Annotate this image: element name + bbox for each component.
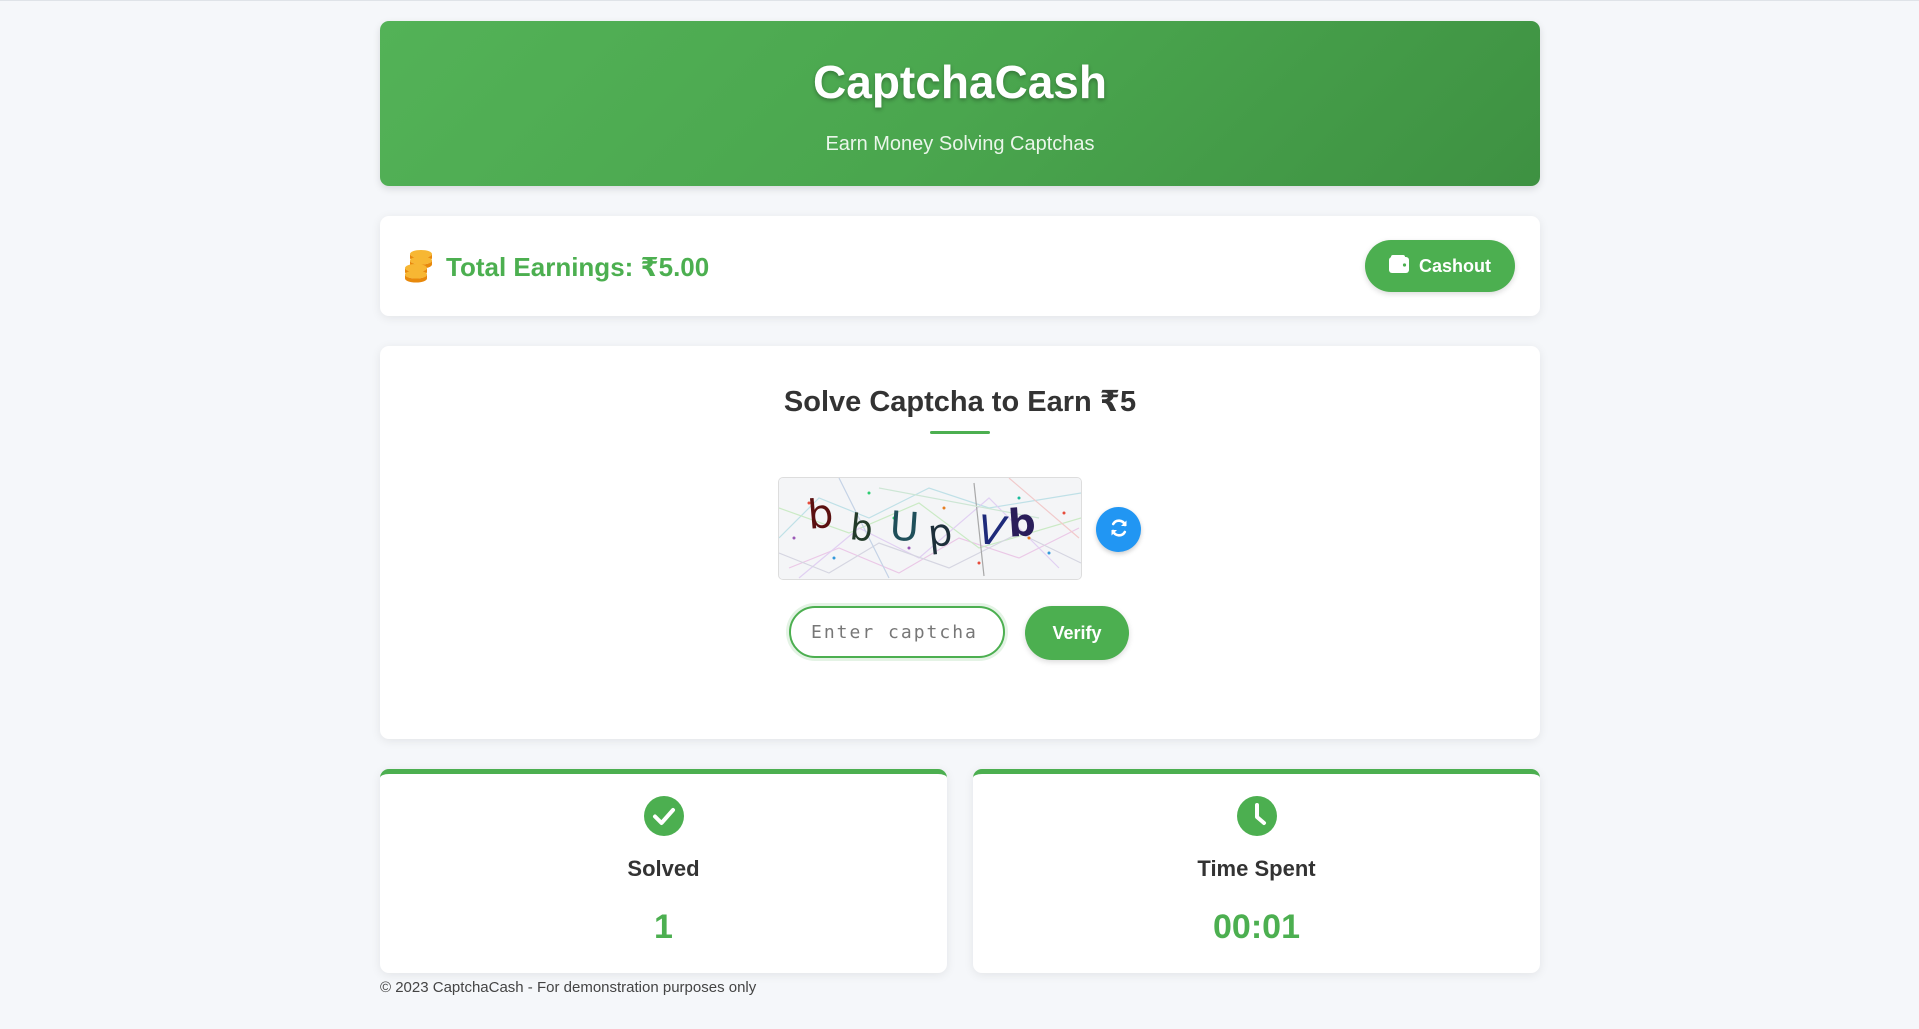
earnings-panel: Total Earnings: ₹5.00 Cashout <box>380 216 1540 316</box>
refresh-captcha-button[interactable] <box>1096 507 1141 552</box>
refresh-icon <box>1109 518 1129 541</box>
captcha-panel: Solve Captcha to Earn ₹5 b b U p V b Ent… <box>380 346 1540 739</box>
app-title: CaptchaCash <box>813 56 1107 108</box>
wallet-icon <box>1389 254 1409 278</box>
stat-card-solved: Solved 1 <box>380 769 947 973</box>
captcha-input[interactable] <box>789 606 1005 658</box>
stat-label: Time Spent <box>1197 856 1316 881</box>
cashout-button[interactable]: Cashout <box>1365 240 1515 292</box>
check-circle-icon <box>643 796 684 836</box>
svg-text:b: b <box>806 491 835 539</box>
stat-label: Solved <box>627 856 700 881</box>
coins-icon <box>404 249 434 283</box>
cashout-label: Cashout <box>1419 255 1491 276</box>
app-header: CaptchaCash Earn Money Solving Captchas <box>380 21 1540 186</box>
total-earnings: Total Earnings: ₹5.00 <box>446 252 710 282</box>
stat-value: 00:01 <box>1213 908 1300 946</box>
svg-text:U: U <box>888 503 920 551</box>
app-container: CaptchaCash Earn Money Solving Captchas … <box>380 21 1540 973</box>
verify-button[interactable]: Verify <box>1025 606 1129 660</box>
stats-row: Solved 1 Time Spent 00:01 <box>380 769 1540 973</box>
clock-icon <box>1236 796 1277 836</box>
svg-text:b: b <box>1007 500 1037 546</box>
heading-underline <box>930 431 990 434</box>
captcha-image: b b U p V b <box>778 477 1082 580</box>
captcha-heading: Solve Captcha to Earn ₹5 <box>783 386 1137 418</box>
top-border <box>0 0 1919 1</box>
app-subtitle: Earn Money Solving Captchas <box>825 133 1095 155</box>
footer-text: © 2023 CaptchaCash - For demonstration p… <box>380 979 757 996</box>
svg-text:b: b <box>848 507 875 550</box>
stat-card-time: Time Spent 00:01 <box>973 769 1540 973</box>
svg-text:p: p <box>926 510 955 556</box>
stat-value: 1 <box>654 908 673 946</box>
